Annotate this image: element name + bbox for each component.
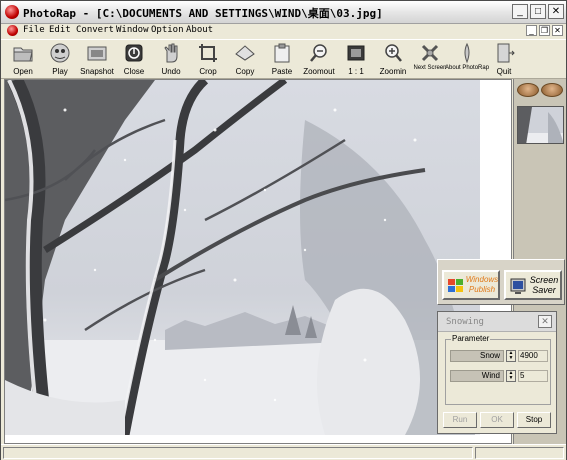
window-title: PhotoRap - [C:\DOCUMENTS AND SETTINGS\WI… <box>23 7 383 20</box>
title-bar[interactable]: PhotoRap - [C:\DOCUMENTS AND SETTINGS\WI… <box>1 1 566 24</box>
play-icon <box>50 43 70 63</box>
about-icon <box>464 42 470 64</box>
ok-button[interactable]: OK <box>480 412 514 428</box>
hand-icon <box>164 43 178 63</box>
menu-bar: File Edit Convert Window Option About _ … <box>1 24 566 39</box>
wind-param-row: Wind ▲ ▼ 5 <box>450 370 548 382</box>
wallpaper-panel: Windows Publish Screen Saver <box>437 259 565 305</box>
zoom-in-icon <box>385 44 402 62</box>
thumbnail-image[interactable] <box>517 106 564 144</box>
snow-spinner[interactable]: ▲ ▼ <box>506 350 516 362</box>
parameter-group-label: Parameter <box>451 334 491 343</box>
quit-label: Quit <box>496 67 512 76</box>
stop-button[interactable]: Stop <box>517 412 551 428</box>
parameter-group: Parameter Snow ▲ ▼ 4900 Wind ▲ ▼ 5 <box>445 334 551 405</box>
run-button[interactable]: Run <box>443 412 477 428</box>
screen-saver-label: Screen Saver <box>529 275 559 295</box>
snowing-close-button[interactable]: ✕ <box>538 315 552 328</box>
zoom-out-icon <box>310 44 327 62</box>
actual-size-icon <box>347 45 365 61</box>
doc-close-button[interactable]: ✕ <box>552 25 563 36</box>
menu-option[interactable]: Option <box>151 25 184 35</box>
minimize-button[interactable]: _ <box>512 4 528 19</box>
toolbar: Open Play Snapshot Close Undo Crop Copy <box>1 39 566 79</box>
close-doc-icon <box>125 44 143 62</box>
folder-icon <box>13 47 33 62</box>
clipboard-icon <box>274 43 290 63</box>
spin-down-icon[interactable]: ▼ <box>507 356 515 361</box>
screen-saver-icon <box>510 278 526 294</box>
camera-icon <box>87 46 107 61</box>
image-canvas[interactable] <box>4 79 512 444</box>
maximize-button[interactable]: □ <box>530 4 546 19</box>
status-bar <box>1 444 566 460</box>
status-cell-right <box>475 447 564 459</box>
next-screen-icon <box>421 44 439 62</box>
windows-publish-button[interactable]: Windows Publish <box>442 270 500 300</box>
wind-param-label: Wind <box>450 370 504 382</box>
windows-publish-label: Windows Publish <box>465 275 499 294</box>
menu-edit[interactable]: Edit <box>49 25 71 35</box>
snow-scene-photo <box>5 80 480 435</box>
photorap-window: PhotoRap - [C:\DOCUMENTS AND SETTINGS\WI… <box>0 0 567 460</box>
close-button[interactable]: ✕ <box>548 4 564 19</box>
thumb-prev-button[interactable] <box>517 83 539 97</box>
windows-logo-icon <box>448 279 463 292</box>
exit-door-icon <box>497 43 515 63</box>
spin-down-icon[interactable]: ▼ <box>507 376 515 381</box>
menu-file[interactable]: File <box>23 25 45 35</box>
snowing-title-bar[interactable]: Snowing ✕ <box>438 312 556 332</box>
snow-param-label: Snow <box>450 350 504 362</box>
doc-minimize-button[interactable]: _ <box>526 25 537 36</box>
wind-spinner[interactable]: ▲ ▼ <box>506 370 516 382</box>
snow-param-row: Snow ▲ ▼ 4900 <box>450 350 548 362</box>
thumb-next-button[interactable] <box>541 83 563 97</box>
crop-icon <box>199 44 217 62</box>
snowing-title: Snowing <box>446 317 484 327</box>
snow-value-field[interactable]: 4900 <box>518 350 548 362</box>
wind-value-field[interactable]: 5 <box>518 370 548 382</box>
photorap-app-icon[interactable] <box>5 5 19 19</box>
menu-about[interactable]: About <box>186 25 213 35</box>
snowing-dialog: Snowing ✕ Parameter Snow ▲ ▼ 4900 Wind ▲… <box>437 311 557 434</box>
quit-button[interactable]: Quit <box>482 40 526 79</box>
screen-saver-button[interactable]: Screen Saver <box>504 270 562 300</box>
document-menu-icon[interactable] <box>7 25 18 36</box>
status-cell-main <box>3 447 473 459</box>
copy-icon <box>235 45 255 61</box>
menu-window[interactable]: Window <box>116 25 149 35</box>
doc-restore-button[interactable]: ❐ <box>539 25 550 36</box>
menu-convert[interactable]: Convert <box>76 25 114 35</box>
